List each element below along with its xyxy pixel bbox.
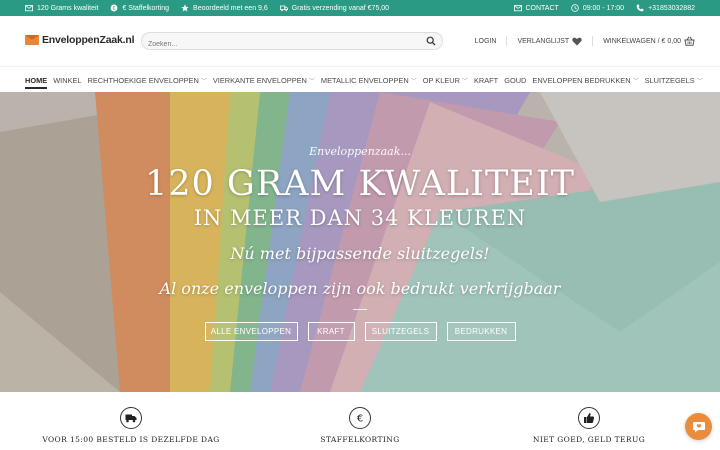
header-account-nav: LOGIN VERLANGLIJST WINKELWAGEN / € 0,00 [475,32,695,50]
clock-icon [571,4,579,12]
star-icon [181,4,189,12]
search-bar [141,32,443,53]
opening-hours: 09:00 - 17:00 [571,4,624,12]
sluitzegels-button[interactable]: SLUITZEGELS [364,322,437,341]
divider [592,36,594,46]
feature-same-day: VOOR 15:00 BESTELD IS DEZELFDE DAG [21,392,241,444]
hero-script-text: Enveloppenzaak... [309,145,411,158]
mail-icon [25,5,33,12]
chat-button[interactable] [685,413,712,440]
chevron-down-icon: ﹀ [200,78,207,85]
phone-link[interactable]: +31853032882 [636,4,695,12]
top-bar: 120 Grams kwaliteit € € Staffelkorting B… [0,0,720,16]
feature-discount: € STAFFELKORTING [250,392,470,444]
feature-label: NIET GOED, GELD TERUG [532,435,646,444]
svg-text:€: € [357,414,363,425]
chat-icon [692,421,705,432]
thumbs-up-icon [578,407,600,429]
hero-subtitle: IN MEER DAN 34 KLEUREN [193,206,527,230]
nav-item-vierkante[interactable]: VIERKANTE ENVELOPPEN ﹀ [213,67,315,93]
euro-circle-icon: € [111,4,118,12]
hero-tagline-1: Nú met bijpassende sluitzegels! [230,244,490,263]
chevron-down-icon: ﹀ [461,78,468,85]
chevron-down-icon: ﹀ [410,78,417,85]
main-navigation: HOME WINKEL RECHTHOEKIGE ENVELOPPEN ﹀ VIE… [0,66,720,92]
hero-banner: Enveloppenzaak... 120 GRAM KWALITEIT IN … [0,92,720,392]
all-envelopes-button[interactable]: ALLE ENVELOPPEN [204,322,298,341]
feature-label: VOOR 15:00 BESTELD IS DEZELFDE DAG [42,435,220,444]
search-icon[interactable] [426,36,436,46]
hero-divider [353,309,367,310]
hero-content: Enveloppenzaak... 120 GRAM KWALITEIT IN … [0,92,720,392]
hero-buttons: ALLE ENVELOPPEN KRAFT SLUITZEGELS BEDRUK… [0,322,720,341]
cart-link[interactable]: WINKELWAGEN / € 0,00 [603,36,695,46]
mail-icon [513,5,522,12]
kraft-button[interactable]: KRAFT [307,322,355,341]
nav-item-bedrukken[interactable]: ENVELOPPEN BEDRUKKEN ﹀ [532,67,638,93]
chevron-down-icon: ﹀ [696,78,703,85]
usp-rating: Beoordeeld met een 9,6 [181,4,268,12]
nav-item-sluitzegels[interactable]: SLUITZEGELS ﹀ [645,67,703,93]
nav-item-metallic[interactable]: METALLIC ENVELOPPEN ﹀ [321,67,417,93]
usp-discount: € € Staffelkorting [110,4,169,12]
chevron-down-icon: ﹀ [632,78,639,85]
truck-icon [279,5,288,12]
envelope-logo-icon [25,35,39,45]
login-link[interactable]: LOGIN [475,38,497,45]
basket-icon [684,36,695,46]
svg-text:€: € [113,6,116,12]
feature-guarantee: NIET GOED, GELD TERUG [479,392,699,444]
logo[interactable]: EnveloppenZaak.nl [25,34,134,46]
nav-item-rechthoekige[interactable]: RECHTHOEKIGE ENVELOPPEN ﹀ [88,67,207,93]
hero-tagline-2: Al onze enveloppen zijn ook bedrukt verk… [159,279,561,298]
euro-icon: € [349,407,371,429]
contact-link[interactable]: CONTACT [513,4,559,12]
bedrukken-button[interactable]: BEDRUKKEN [446,322,516,341]
nav-item-winkel[interactable]: WINKEL [53,67,81,93]
chevron-down-icon: ﹀ [308,78,315,85]
usp-shipping: Gratis verzending vanaf €75,00 [279,4,389,12]
nav-item-kraft[interactable]: KRAFT [474,67,498,93]
divider [506,36,508,46]
truck-icon [120,407,142,429]
logo-text: EnveloppenZaak.nl [42,34,135,46]
features-row: VOOR 15:00 BESTELD IS DEZELFDE DAG € STA… [0,392,720,450]
search-input[interactable] [142,36,412,53]
nav-item-goud[interactable]: GOUD [504,67,526,93]
usp-quality: 120 Grams kwaliteit [25,4,98,12]
phone-icon [636,4,644,12]
site-header: EnveloppenZaak.nl LOGIN VERLANGLIJST WIN… [0,16,720,66]
nav-item-op-kleur[interactable]: OP KLEUR ﹀ [423,67,468,93]
hero-title: 120 GRAM KWALITEIT [144,164,576,204]
heart-icon [572,37,582,45]
nav-item-home[interactable]: HOME [25,67,48,93]
feature-label: STAFFELKORTING [320,435,400,444]
wishlist-link[interactable]: VERLANGLIJST [517,37,582,46]
